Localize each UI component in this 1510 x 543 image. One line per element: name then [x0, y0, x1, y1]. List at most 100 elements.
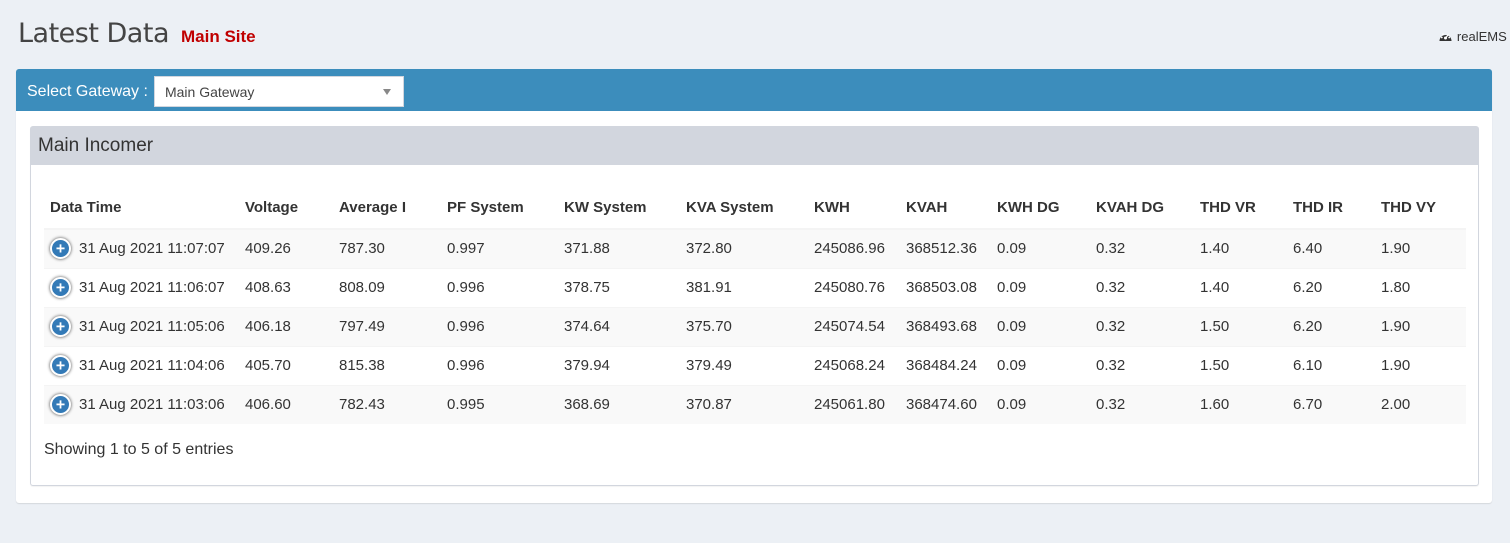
table-cell: 815.38	[333, 345, 441, 385]
table-row: +31 Aug 2021 11:05:06 406.18 797.49 0.99…	[44, 306, 1466, 346]
table-cell: 0.09	[991, 228, 1090, 268]
table-cell: 6.20	[1287, 267, 1375, 307]
table-cell: 408.63	[239, 267, 333, 307]
table-cell: 0.32	[1090, 228, 1194, 268]
table-cell: 0.09	[991, 384, 1090, 424]
table-cell: 245080.76	[808, 267, 900, 307]
site-name: Main Site	[181, 27, 256, 46]
column-header[interactable]: KW System	[558, 187, 680, 230]
table-cell: 368.69	[558, 384, 680, 424]
table-cell: 0.997	[441, 228, 558, 268]
table-cell: 245068.24	[808, 345, 900, 385]
column-header[interactable]: Data Time	[44, 187, 239, 230]
page-header: Latest Data Main Site	[18, 18, 256, 49]
column-header[interactable]: THD VY	[1375, 187, 1466, 230]
column-header[interactable]: THD IR	[1287, 187, 1375, 230]
table-cell: 6.10	[1287, 345, 1375, 385]
table-cell: 0.09	[991, 306, 1090, 346]
page-title: Latest Data	[18, 18, 170, 49]
column-header[interactable]: PF System	[441, 187, 558, 230]
table-row: +31 Aug 2021 11:04:06 405.70 815.38 0.99…	[44, 345, 1466, 385]
cell-data-time: 31 Aug 2021 11:05:06	[79, 318, 225, 335]
table-cell: 406.60	[239, 384, 333, 424]
table-cell: 368503.08	[900, 267, 991, 307]
table-cell: 1.50	[1194, 345, 1287, 385]
table-cell: 797.49	[333, 306, 441, 346]
table-cell: 1.50	[1194, 306, 1287, 346]
breadcrumb-home-link[interactable]: realEMS :	[1457, 29, 1510, 44]
table-cell: 370.87	[680, 384, 808, 424]
table-cell: 808.09	[333, 267, 441, 307]
table-cell: 0.995	[441, 384, 558, 424]
plus-circle-icon[interactable]: +	[50, 316, 71, 337]
column-header[interactable]: Average I	[333, 187, 441, 230]
main-incomer-panel: Main Incomer Data Time Voltage Average I…	[30, 126, 1479, 486]
table-cell: 0.32	[1090, 306, 1194, 346]
table-cell: 0.996	[441, 267, 558, 307]
table-cell: 406.18	[239, 306, 333, 346]
gateway-label: Select Gateway :	[27, 82, 148, 100]
table-cell: 0.996	[441, 306, 558, 346]
table-cell: 782.43	[333, 384, 441, 424]
table-cell: 405.70	[239, 345, 333, 385]
table-cell: 372.80	[680, 228, 808, 268]
table-cell: 378.75	[558, 267, 680, 307]
gateway-select-value: Main Gateway	[164, 83, 255, 100]
table-cell: 1.90	[1375, 306, 1466, 346]
chevron-down-icon	[382, 88, 391, 95]
table-cell: 1.90	[1375, 228, 1466, 268]
table-cell: 787.30	[333, 228, 441, 268]
plus-circle-icon[interactable]: +	[50, 394, 71, 416]
table-row: +31 Aug 2021 11:03:06 406.60 782.43 0.99…	[44, 384, 1466, 424]
table-cell: 0.32	[1090, 267, 1194, 307]
cell-data-time: 31 Aug 2021 11:07:07	[79, 240, 225, 258]
column-header[interactable]: KVAH DG	[1090, 187, 1194, 230]
table-cell: 368493.68	[900, 306, 991, 346]
cell-data-time: 31 Aug 2021 11:06:07	[79, 279, 225, 296]
table-cell: 379.49	[680, 345, 808, 385]
table-cell: 0.32	[1090, 384, 1194, 424]
table-cell: 0.09	[991, 267, 1090, 307]
cell-data-time: 31 Aug 2021 11:04:06	[79, 357, 225, 374]
gateway-box: Select Gateway : Main Gateway Main Incom…	[16, 69, 1492, 503]
column-header[interactable]: KWH	[808, 187, 900, 230]
plus-circle-icon[interactable]: +	[50, 277, 71, 298]
column-header[interactable]: THD VR	[1194, 187, 1287, 230]
column-header[interactable]: KVA System	[680, 187, 808, 230]
column-header[interactable]: KVAH	[900, 187, 991, 230]
table-cell: 2.00	[1375, 384, 1466, 424]
gateway-bar: Select Gateway : Main Gateway	[16, 72, 1492, 111]
table-cell: 245061.80	[808, 384, 900, 424]
table-cell: 368484.24	[900, 345, 991, 385]
table-cell: 368474.60	[900, 384, 991, 424]
column-header[interactable]: KWH DG	[991, 187, 1090, 230]
table-cell: 379.94	[558, 345, 680, 385]
table-cell: 245086.96	[808, 228, 900, 268]
column-header[interactable]: Voltage	[239, 187, 333, 230]
table-cell: 371.88	[558, 228, 680, 268]
table-cell: 1.60	[1194, 384, 1287, 424]
table-row: +31 Aug 2021 11:06:07 408.63 808.09 0.99…	[44, 267, 1466, 307]
table-cell: 245074.54	[808, 306, 900, 346]
table-cell: 1.40	[1194, 228, 1287, 268]
table-cell: 0.996	[441, 345, 558, 385]
table-row: +31 Aug 2021 11:07:07 409.26 787.30 0.99…	[44, 228, 1466, 268]
table-info: Showing 1 to 5 of 5 entries	[44, 441, 234, 458]
plus-circle-icon[interactable]: +	[50, 355, 71, 376]
table-cell: 375.70	[680, 306, 808, 346]
dashboard-icon	[1438, 30, 1453, 43]
gateway-select[interactable]: Main Gateway	[153, 76, 404, 107]
table-cell: 1.80	[1375, 267, 1466, 307]
panel-header: Main Incomer	[31, 127, 1478, 165]
table-header-row: Data Time Voltage Average I PF System KW…	[44, 187, 1466, 230]
table-cell: 1.40	[1194, 267, 1287, 307]
table-cell: 0.32	[1090, 345, 1194, 385]
data-table: Data Time Voltage Average I PF System KW…	[44, 187, 1466, 424]
table-cell: 0.09	[991, 345, 1090, 385]
table-cell: 6.40	[1287, 228, 1375, 268]
plus-circle-icon[interactable]: +	[50, 238, 71, 260]
breadcrumb[interactable]: realEMS :	[1438, 29, 1510, 44]
table-cell: 409.26	[239, 228, 333, 268]
table-cell: 1.90	[1375, 345, 1466, 385]
table-cell: 368512.36	[900, 228, 991, 268]
